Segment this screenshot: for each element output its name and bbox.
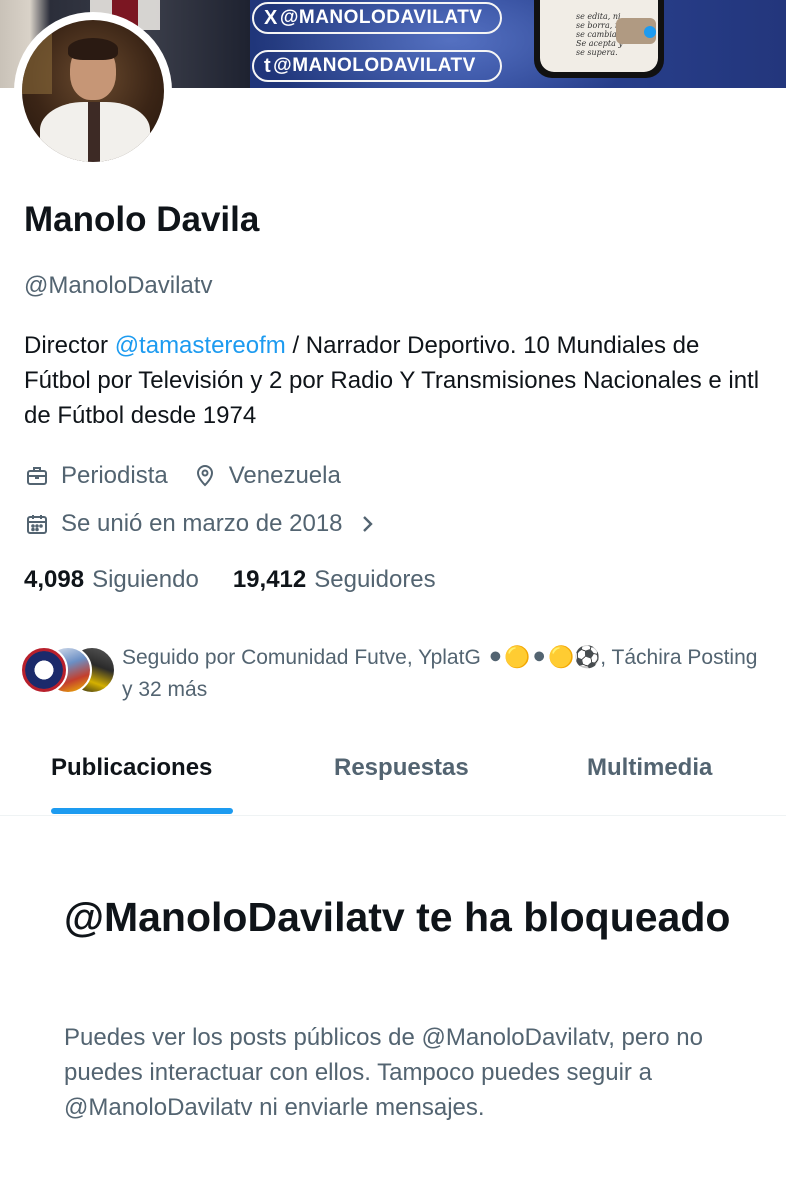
profile-tabs: Publicaciones Respuestas Multimedia: [0, 740, 786, 816]
chevron-right-icon[interactable]: [361, 513, 375, 535]
blocked-body: Puedes ver los posts públicos de @Manolo…: [64, 1024, 703, 1121]
bio-mention-link[interactable]: @tamastereofm: [115, 332, 286, 359]
location-label: Venezuela: [228, 462, 341, 489]
followers-count: 19,412: [232, 566, 307, 593]
banner-threads-handle: t @MANOLODAVILATV: [252, 50, 502, 82]
followed-by-text[interactable]: Seguido por Comunidad Futve, YplatG ⚫🟡⚫🟡…: [122, 642, 762, 706]
avatar: [20, 646, 68, 694]
followers-link[interactable]: 19,412 Seguidores: [233, 566, 436, 594]
avatar-photo: [22, 20, 164, 162]
banner-x-handle-text: @MANOLODAVILATV: [279, 7, 483, 28]
joined-label: Se unió en marzo de 2018: [61, 510, 343, 537]
banner-threads-handle-text: @MANOLODAVILATV: [273, 55, 476, 76]
blocked-title: @ManoloDavilatv te ha bloqueado: [64, 894, 731, 940]
profile-meta-row: Periodista Venezuela: [24, 460, 341, 492]
x-logo-icon: X: [264, 6, 278, 29]
tab-publicaciones[interactable]: Publicaciones: [51, 754, 212, 782]
profile-avatar[interactable]: [14, 12, 172, 170]
calendar-icon: [24, 511, 50, 537]
tab-multimedia[interactable]: Multimedia: [587, 754, 712, 782]
bio-prefix: Director: [24, 332, 115, 359]
followed-by-avatars[interactable]: [20, 646, 116, 696]
active-tab-indicator: [51, 808, 233, 814]
threads-logo-icon: t: [264, 54, 272, 77]
profile-name: Manolo Davila: [24, 200, 260, 239]
tab-respuestas[interactable]: Respuestas: [334, 754, 469, 782]
banner-x-handle: X @MANOLODAVILATV: [252, 2, 502, 34]
profession-label: Periodista: [61, 462, 168, 489]
profile-stats: 4,098 Siguiendo 19,412 Seguidores: [24, 566, 436, 594]
location-pin-icon: [192, 463, 218, 489]
followers-label: Seguidores: [314, 566, 436, 593]
following-link[interactable]: 4,098 Siguiendo: [24, 566, 199, 594]
following-count: 4,098: [24, 566, 85, 593]
profile-bio: Director @tamastereofm / Narrador Deport…: [24, 328, 764, 433]
profile-joined-row[interactable]: Se unió en marzo de 2018: [24, 508, 375, 540]
banner-phone-mockup: se edita, ni se borra, ni se cambia. Se …: [534, 0, 664, 78]
following-label: Siguiendo: [92, 566, 199, 593]
briefcase-icon: [24, 463, 50, 489]
profile-handle: @ManoloDavilatv: [24, 272, 213, 299]
